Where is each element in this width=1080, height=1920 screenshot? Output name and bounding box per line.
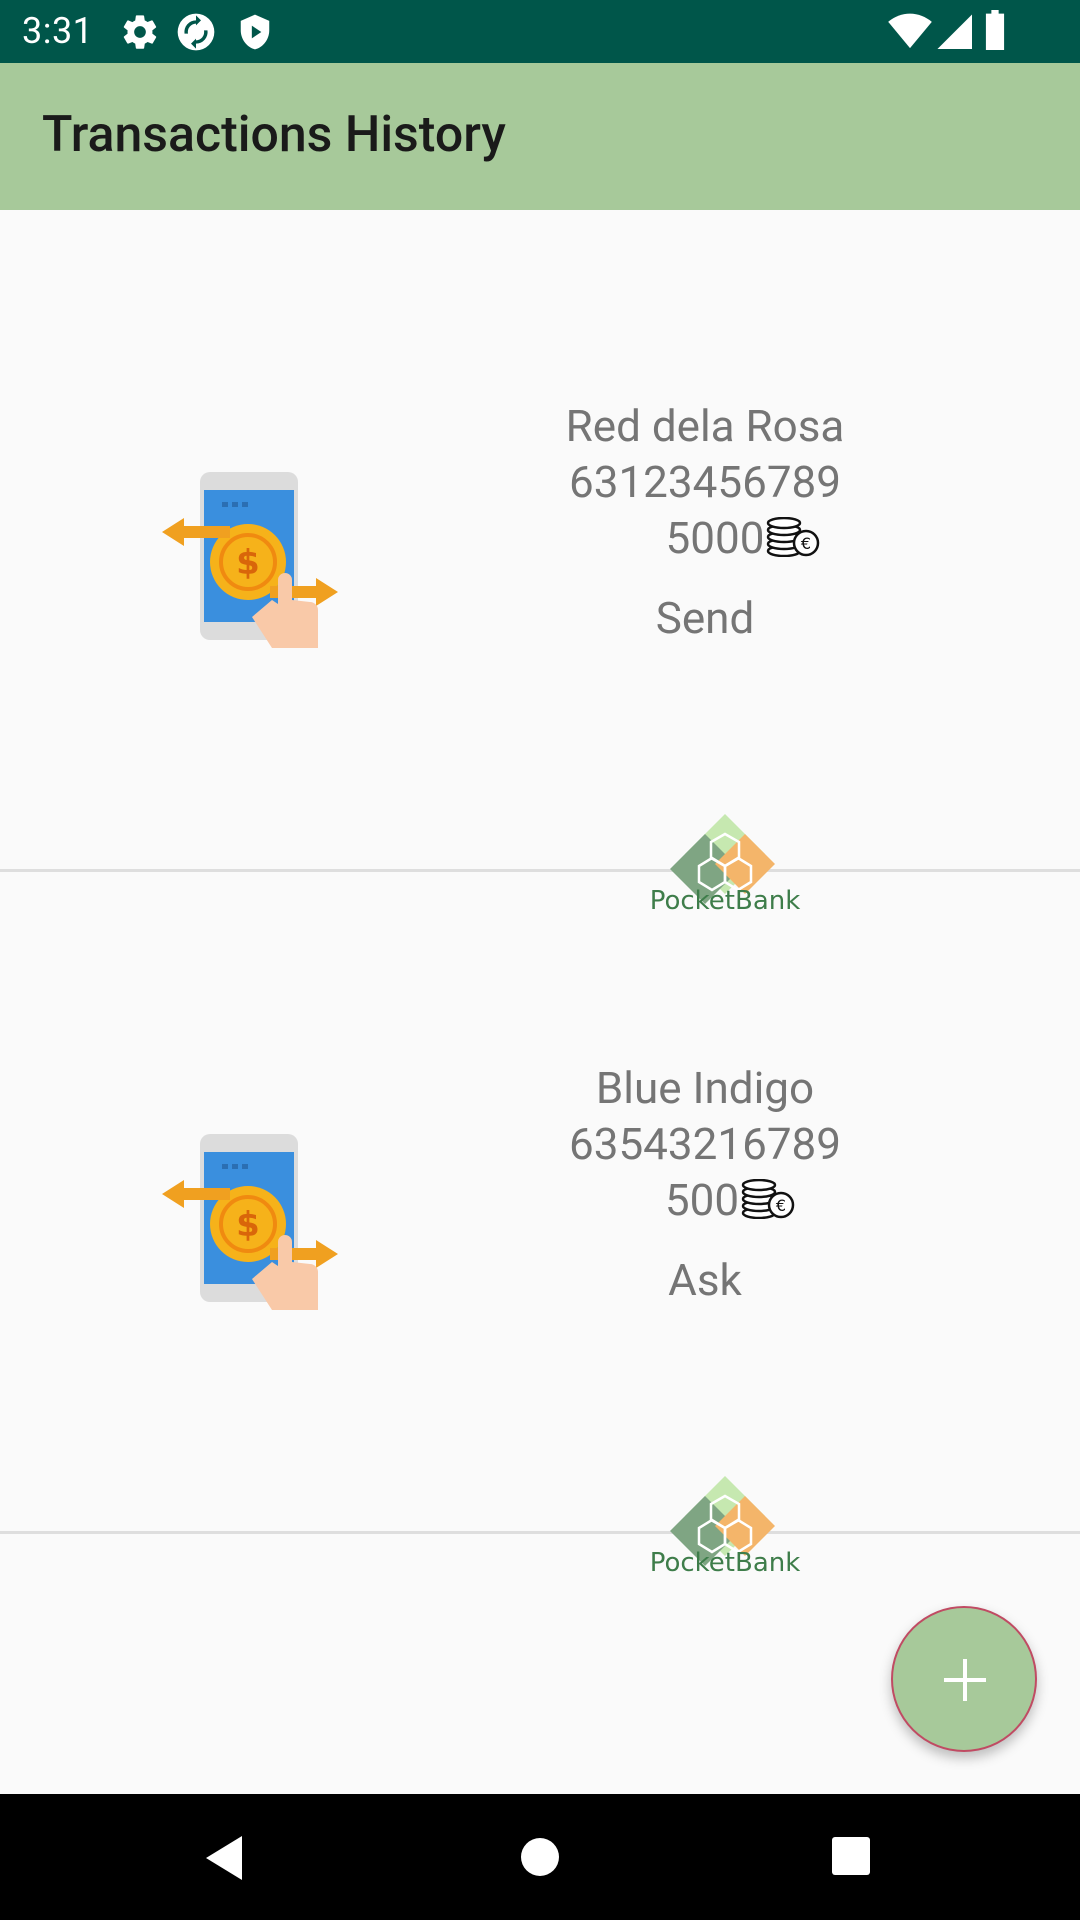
transaction-row[interactable]: $ Blue Indigo 63543216789 500 € Ask Pock… — [0, 872, 1080, 1578]
coins-icon: € — [767, 517, 820, 557]
gear-icon — [123, 15, 157, 49]
amount-value: 500 — [664, 1174, 740, 1226]
coins-icon: € — [741, 1179, 795, 1219]
signal-icon — [937, 14, 972, 50]
transaction-details: Red dela Rosa 63123456789 5000 € Send — [450, 398, 960, 646]
amount-line: 5000 € — [450, 510, 960, 566]
transaction-details: Blue Indigo 63543216789 500 € Ask — [450, 1060, 960, 1308]
svg-text:€: € — [776, 1196, 786, 1215]
transaction-type: Ask — [668, 1254, 742, 1306]
svg-text:$: $ — [236, 1205, 260, 1245]
home-icon[interactable] — [519, 1836, 561, 1878]
shield-icon — [240, 14, 270, 50]
app-bar: Transactions History — [0, 63, 1080, 210]
money-transfer-icon: $ — [162, 1134, 338, 1310]
svg-text:$: $ — [236, 543, 260, 583]
navigation-bar — [0, 1794, 1080, 1920]
money-transfer-icon: $ — [162, 472, 338, 648]
svg-text:PocketBank: PocketBank — [650, 1548, 801, 1578]
battery-icon — [985, 10, 1005, 50]
amount-line: 500 € — [450, 1172, 960, 1228]
recipient-name: Red dela Rosa — [565, 400, 845, 452]
recipient-number: 63123456789 — [568, 456, 841, 508]
transactions-list[interactable]: $ Red dela Rosa 63123456789 5000 € Send … — [0, 210, 1080, 1578]
back-icon[interactable] — [202, 1834, 246, 1882]
amount-value: 5000 — [665, 512, 765, 564]
svg-text:€: € — [801, 534, 811, 553]
sync-icon — [177, 13, 215, 51]
transaction-row[interactable]: $ Red dela Rosa 63123456789 5000 € Send … — [0, 210, 1080, 916]
recipient-name: Blue Indigo — [595, 1062, 815, 1114]
transaction-type: Send — [655, 592, 755, 644]
status-time: 3:31 — [22, 10, 94, 52]
recipient-number: 63543216789 — [568, 1118, 841, 1170]
status-bar: 3:31 — [0, 0, 1080, 63]
page-title: Transactions History — [42, 106, 506, 164]
wifi-icon — [888, 13, 932, 49]
recents-icon[interactable] — [831, 1836, 871, 1876]
pocketbank-logo: PocketBank — [650, 1476, 801, 1578]
add-transaction-button[interactable] — [891, 1606, 1037, 1752]
plus-icon — [944, 1659, 986, 1701]
